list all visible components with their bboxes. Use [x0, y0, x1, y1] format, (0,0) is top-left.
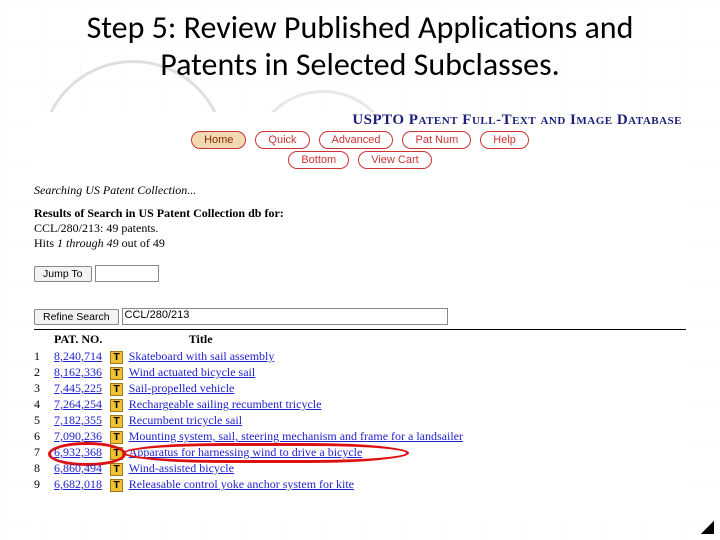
fulltext-badge[interactable]: T [110, 399, 122, 412]
hits-range: 1 through 49 [57, 236, 119, 250]
patent-title-link[interactable]: Wind actuated bicycle sail [129, 365, 255, 379]
patent-number-link[interactable]: 7,445,225 [54, 381, 102, 395]
row-number: 4 [34, 397, 54, 413]
results-heading: Results of Search in US Patent Collectio… [34, 206, 690, 221]
col-patno: PAT. NO. [54, 332, 108, 349]
home-button[interactable]: Home [191, 131, 246, 149]
refine-search-button[interactable]: Refine Search [34, 309, 119, 325]
patent-number-link[interactable]: 7,264,254 [54, 397, 102, 411]
slide-title: Step 5: Review Published Applications an… [0, 0, 720, 84]
separator [34, 329, 686, 330]
table-row: 47,264,254 T Rechargeable sailing recumben… [34, 397, 469, 413]
hits-prefix: Hits [34, 236, 57, 250]
row-number: 6 [34, 429, 54, 445]
fulltext-badge[interactable]: T [110, 447, 122, 460]
advanced-button[interactable]: Advanced [319, 131, 394, 149]
patent-title-link[interactable]: Recumbent tricycle sail [129, 413, 242, 427]
patent-number-link[interactable]: 7,182,355 [54, 413, 102, 427]
patent-number-link[interactable]: 7,090,236 [54, 429, 102, 443]
row-number: 2 [34, 365, 54, 381]
table-row: 67,090,236 T Mounting system, sail, steeri… [34, 429, 469, 445]
fulltext-badge[interactable]: T [110, 383, 122, 396]
row-number: 7 [34, 445, 54, 461]
slide-corner-icon [701, 521, 714, 534]
uspto-screenshot: USPTO Patent Full-Text and Image Databas… [30, 112, 690, 522]
patnum-button[interactable]: Pat Num [402, 131, 471, 149]
patent-number-link[interactable]: 6,682,018 [54, 477, 102, 491]
fulltext-badge[interactable]: T [110, 415, 122, 428]
bottom-button[interactable]: Bottom [288, 151, 349, 169]
fulltext-badge[interactable]: T [110, 367, 122, 380]
patent-title-link[interactable]: Releasable control yoke anchor system fo… [129, 477, 354, 491]
viewcart-button[interactable]: View Cart [358, 151, 431, 169]
results-query: CCL/280/213: 49 patents. [34, 221, 690, 236]
patent-number-link[interactable]: 6,932,368 [54, 445, 102, 459]
uspto-top-buttons: Home Quick Advanced Pat Num Help Bottom … [30, 131, 690, 169]
patent-title-link[interactable]: Rechargeable sailing recumbent tricycle [129, 397, 322, 411]
patent-number-link[interactable]: 8,162,336 [54, 365, 102, 379]
jump-to-input[interactable] [95, 265, 159, 282]
col-title: Title [129, 332, 469, 349]
table-row: 96,682,018 T Releasable control yoke ancho… [34, 477, 469, 493]
fulltext-badge[interactable]: T [110, 431, 122, 444]
patent-number-link[interactable]: 6,860,494 [54, 461, 102, 475]
row-number: 5 [34, 413, 54, 429]
table-row: 28,162,336 T Wind actuated bicycle sail [34, 365, 469, 381]
fulltext-badge[interactable]: T [110, 463, 122, 476]
table-row: 37,445,225 T Sail-propelled vehicle [34, 381, 469, 397]
row-number: 9 [34, 477, 54, 493]
uspto-db-title: USPTO Patent Full-Text and Image Databas… [30, 112, 690, 129]
patent-title-link[interactable]: Sail-propelled vehicle [129, 381, 235, 395]
fulltext-badge[interactable]: T [110, 351, 122, 364]
table-row: 57,182,355 T Recumbent tricycle sail [34, 413, 469, 429]
refine-search-input[interactable]: CCL/280/213 [122, 308, 448, 325]
table-row: 76,932,368 T Apparatus for harnessing wind… [34, 445, 469, 461]
patent-title-link[interactable]: Skateboard with sail assembly [129, 349, 275, 363]
hits-suffix: out of 49 [119, 236, 165, 250]
jump-to-button[interactable]: Jump To [34, 266, 92, 282]
table-row: 86,860,494 T Wind-assisted bicycle [34, 461, 469, 477]
results-table: PAT. NO. Title 18,240,714 T Skateboard wit… [34, 332, 469, 493]
help-button[interactable]: Help [480, 131, 529, 149]
quick-button[interactable]: Quick [255, 131, 309, 149]
fulltext-badge[interactable]: T [110, 479, 122, 492]
patent-title-link[interactable]: Apparatus for harnessing wind to drive a… [129, 445, 363, 459]
patent-number-link[interactable]: 8,240,714 [54, 349, 102, 363]
row-number: 8 [34, 461, 54, 477]
searching-line: Searching US Patent Collection... [34, 183, 690, 198]
row-number: 3 [34, 381, 54, 397]
row-number: 1 [34, 349, 54, 365]
table-row: 18,240,714 T Skateboard with sail assembly [34, 349, 469, 365]
patent-title-link[interactable]: Mounting system, sail, steering mechanis… [129, 429, 463, 443]
hits-line: Hits 1 through 49 out of 49 [34, 236, 690, 251]
patent-title-link[interactable]: Wind-assisted bicycle [129, 461, 234, 475]
